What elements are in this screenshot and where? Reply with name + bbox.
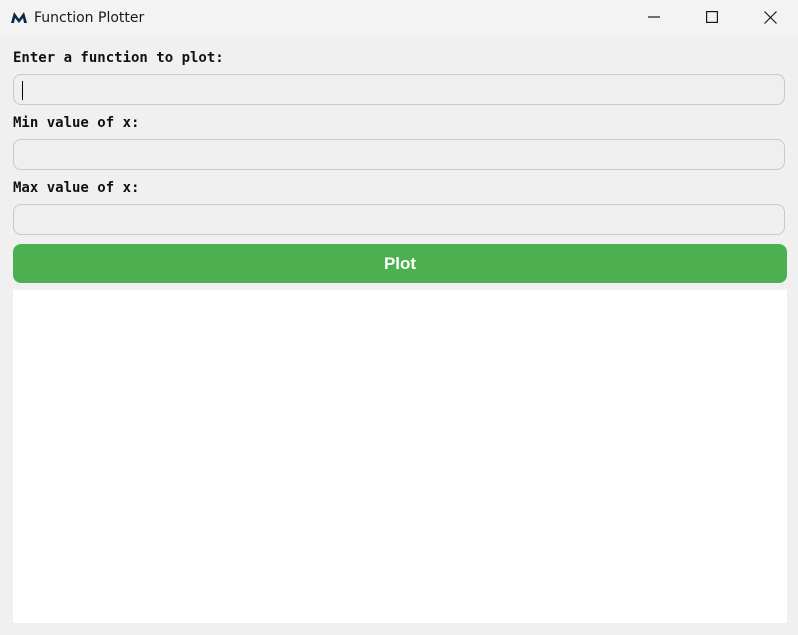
text-caret bbox=[22, 81, 23, 100]
title-bar[interactable]: Function Plotter bbox=[0, 0, 798, 36]
minimize-icon bbox=[648, 16, 660, 18]
maximize-button[interactable] bbox=[683, 0, 741, 34]
function-input[interactable] bbox=[13, 74, 785, 105]
function-label: Enter a function to plot: bbox=[13, 50, 224, 66]
close-button[interactable] bbox=[741, 0, 798, 34]
plot-button[interactable]: Plot bbox=[13, 244, 787, 283]
app-logo-icon bbox=[11, 12, 27, 23]
max-x-input[interactable] bbox=[13, 204, 785, 235]
plot-button-label: Plot bbox=[383, 253, 417, 273]
max-x-label: Max value of x: bbox=[13, 180, 140, 196]
min-x-input[interactable] bbox=[13, 139, 785, 170]
minimize-button[interactable] bbox=[625, 0, 683, 34]
window-title: Function Plotter bbox=[34, 10, 145, 26]
plot-canvas[interactable] bbox=[13, 290, 787, 623]
maximize-icon bbox=[706, 11, 718, 23]
min-x-label: Min value of x: bbox=[13, 115, 140, 131]
function-plotter-window: Function Plotter Enter a function to plo… bbox=[0, 0, 798, 635]
close-icon bbox=[763, 10, 777, 24]
